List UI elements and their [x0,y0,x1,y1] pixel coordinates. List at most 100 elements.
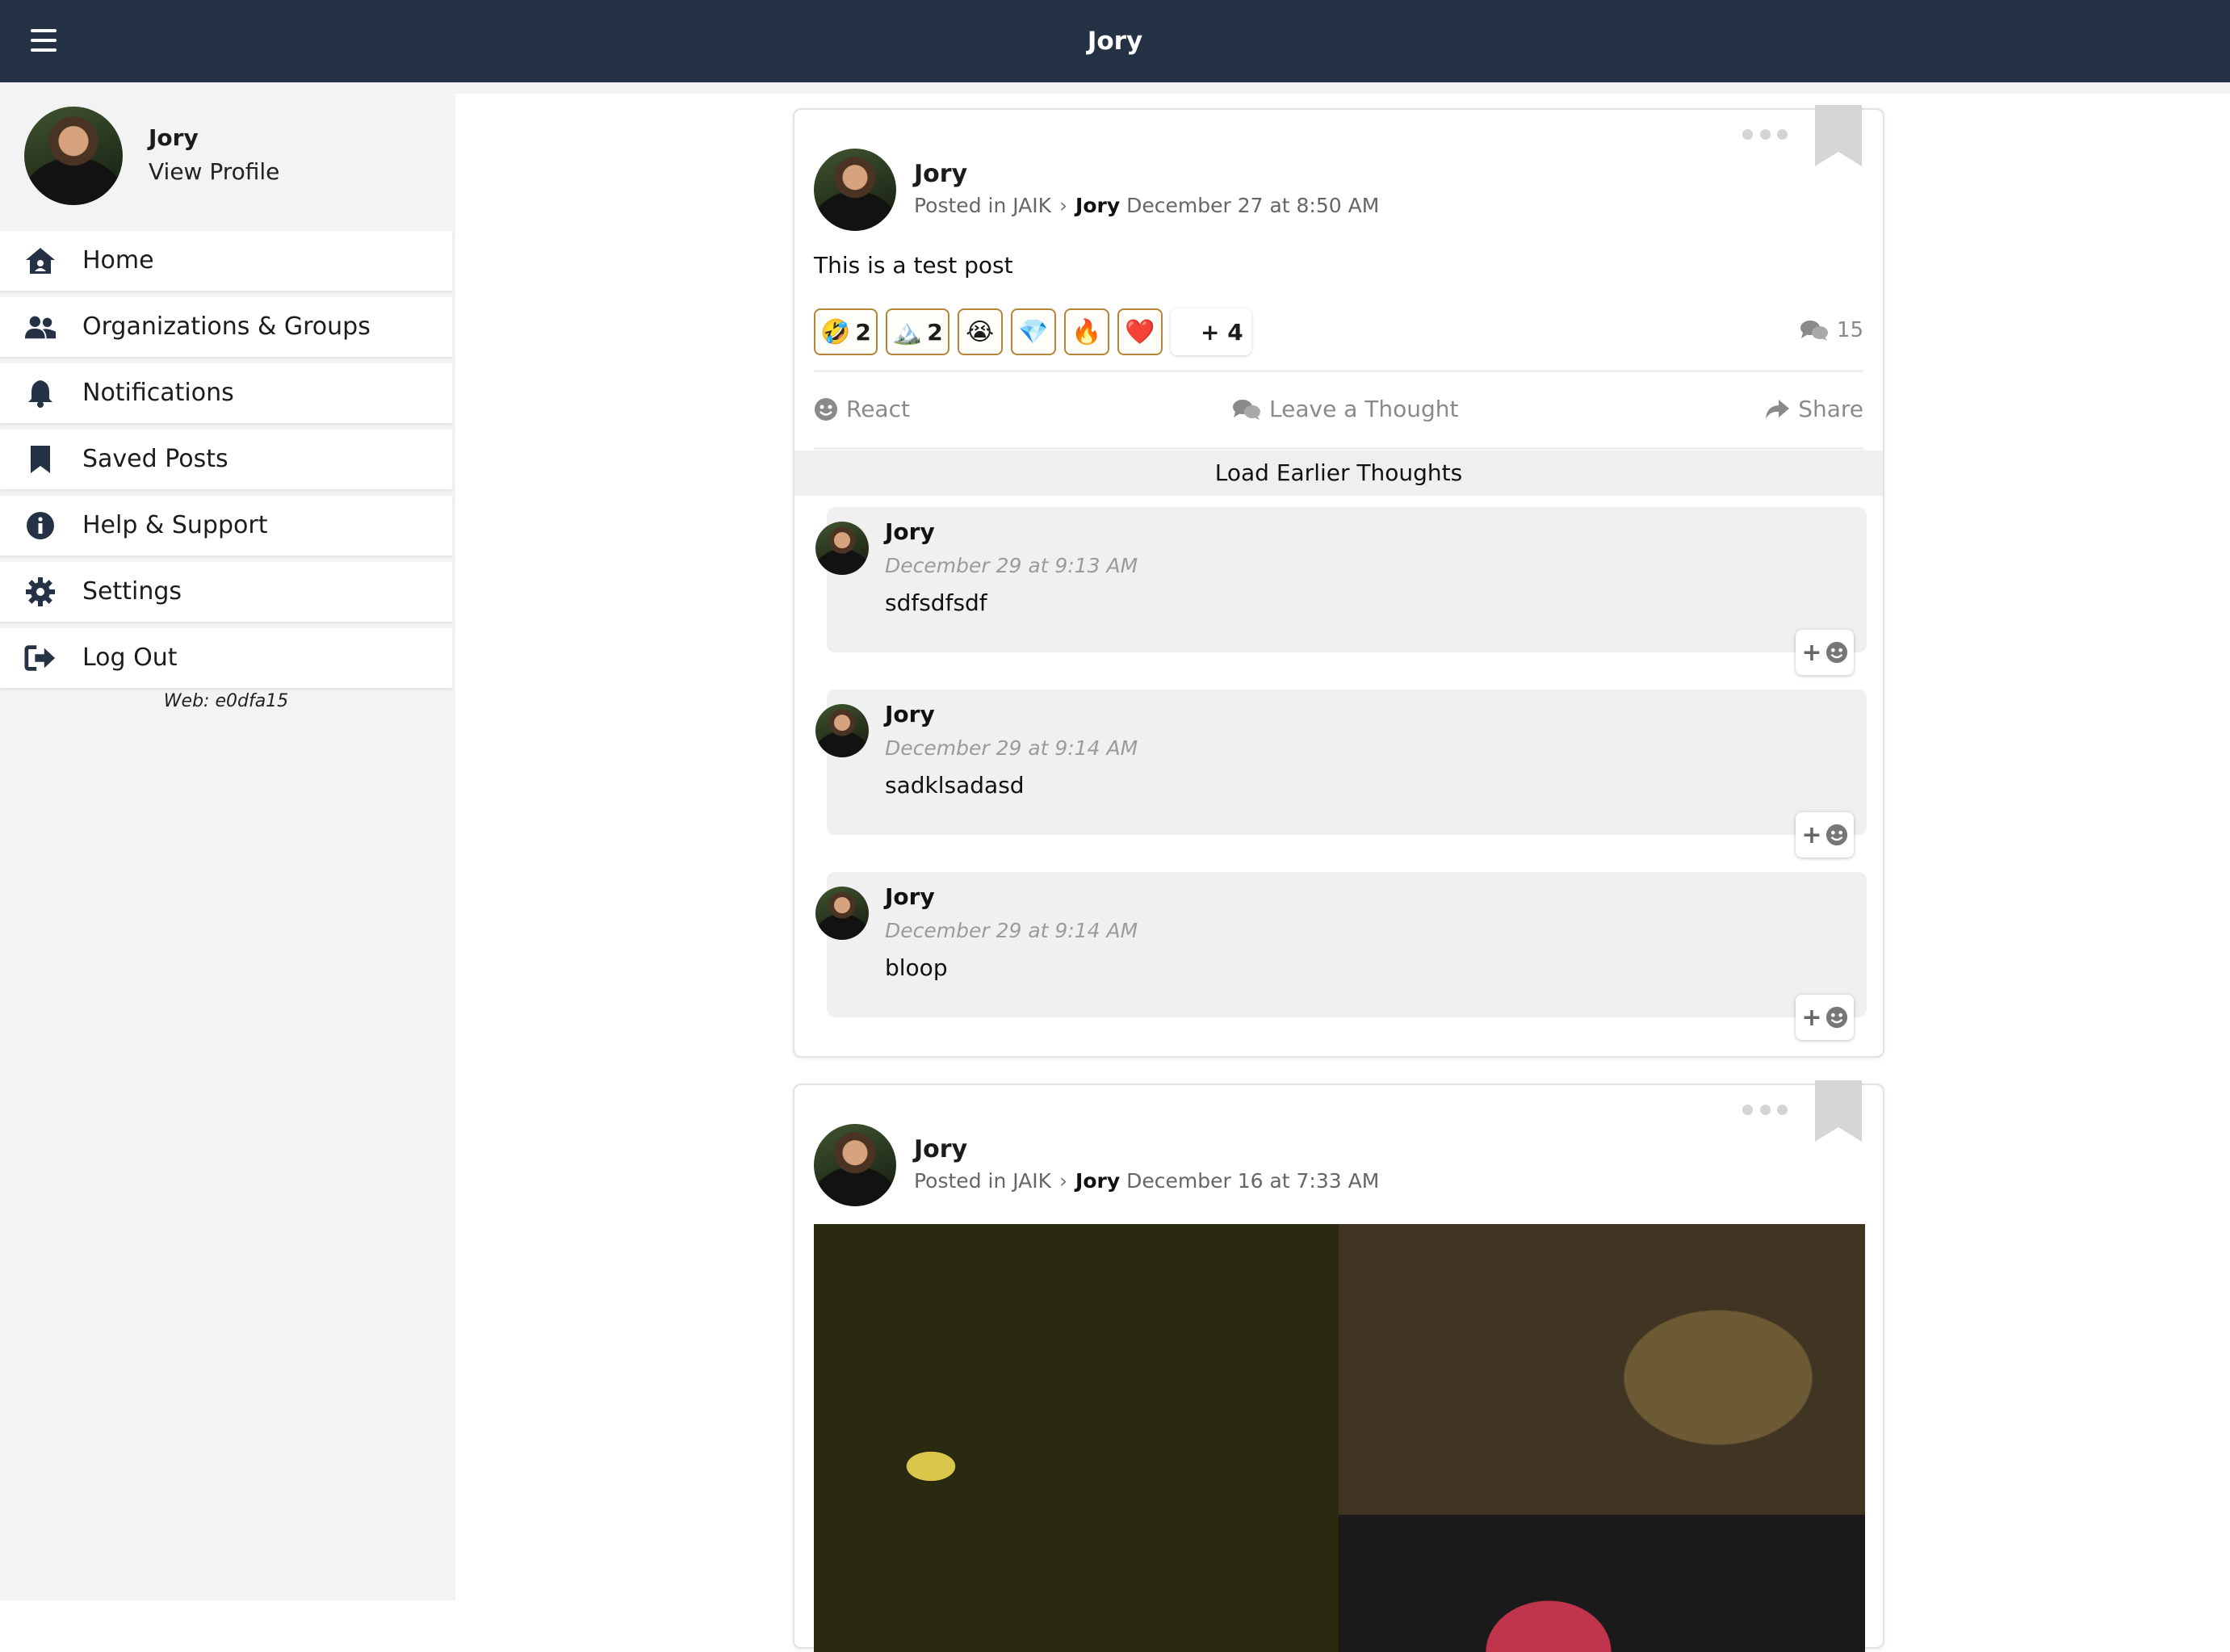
avatar[interactable] [24,107,123,205]
comments-icon [1800,321,1828,341]
fire-emoji-icon: 🔥 [1071,317,1102,346]
sidebar-item-label: Log Out [82,644,178,672]
crying-emoji-icon: 😭 [966,317,995,346]
sidebar-nav: Home Organizations & Groups Notification… [0,231,452,694]
reaction-chip[interactable]: 😭 [957,308,1003,355]
posted-in-label[interactable]: Posted in JAIK [914,1169,1051,1193]
post-meta: Posted in JAIK › Jory December 16 at 7:33 … [914,1169,1379,1193]
sidebar-item-label: Help & Support [82,511,268,539]
sidebar-profile[interactable]: Jory View Profile [24,107,444,207]
comment-count-value: 15 [1836,318,1863,342]
thought-item: Jory December 29 at 9:14 AM sadklsadasd … [815,690,1867,857]
share-label: Share [1798,396,1863,422]
ocean-rocks-photo[interactable] [1339,1224,1865,1515]
divider [814,370,1863,372]
share-button[interactable]: Share [1764,396,1863,422]
red-bird-photo[interactable] [1339,1515,1865,1652]
mountain-emoji-icon: 🏔️ [891,317,923,346]
post-meta: Posted in JAIK › Jory December 27 at 8:50 … [914,194,1379,217]
home-icon [24,246,57,275]
users-icon [24,312,57,342]
reaction-chip[interactable]: 🏔️ 2 [885,308,949,355]
chevron-right-icon: › [1059,1169,1068,1193]
load-earlier-thoughts-button[interactable]: Load Earlier Thoughts [794,451,1883,496]
sidebar-item-help[interactable]: Help & Support [0,496,452,556]
thought-text: sdfsdfsdf [885,589,987,616]
post-body: This is a test post [814,252,1013,279]
sidebar-item-label: Settings [82,577,182,606]
sidebar-item-home[interactable]: Home [0,231,452,291]
rofl-emoji-icon: 🤣 [820,317,851,346]
leave-thought-label: Leave a Thought [1269,396,1459,422]
post-author[interactable]: Jory [914,160,967,188]
posted-in-label[interactable]: Posted in JAIK [914,194,1051,217]
gem-emoji-icon: 💎 [1018,317,1049,346]
plus-label: + [1801,638,1822,667]
reaction-chip[interactable]: 🤣 2 [814,308,878,355]
add-reaction-button[interactable]: + [1796,812,1854,857]
sidebar-item-notifications[interactable]: Notifications [0,363,452,423]
logout-icon [24,644,57,673]
posted-in-target[interactable]: Jory [1075,194,1120,217]
top-bar: Jory [0,0,2230,82]
post-timestamp: December 27 at 8:50 AM [1126,194,1380,217]
reaction-count: 2 [855,318,871,346]
cat-photo[interactable] [814,1224,1339,1652]
plus-label: + [1801,1003,1822,1032]
sidebar-item-logout[interactable]: Log Out [0,628,452,688]
thought-text: bloop [885,954,948,981]
react-label: React [846,396,910,422]
bookmark-icon[interactable] [1815,105,1862,166]
thought-timestamp: December 29 at 9:14 AM [885,736,1138,760]
view-profile-link[interactable]: View Profile [149,158,279,185]
thought-item: Jory December 29 at 9:13 AM sdfsdfsdf + [815,507,1867,675]
avatar[interactable] [814,149,896,231]
thought-timestamp: December 29 at 9:14 AM [885,919,1138,942]
sidebar-item-label: Saved Posts [82,445,228,473]
more-options-icon[interactable] [1742,1103,1788,1116]
leave-thought-button[interactable]: Leave a Thought [1232,396,1458,422]
add-reaction-button[interactable]: + [1796,995,1854,1040]
thought-author[interactable]: Jory [885,883,935,910]
comments-icon [1233,399,1260,420]
more-options-icon[interactable] [1742,128,1788,140]
post-author[interactable]: Jory [914,1135,967,1164]
avatar[interactable] [814,1124,896,1206]
bookmark-icon[interactable] [1815,1080,1862,1142]
reaction-bar: 🤣 2 🏔️ 2 😭 💎 🔥 ❤️ + 4 [814,308,1251,355]
react-button[interactable]: React [814,396,910,422]
reaction-chip[interactable]: ❤️ [1117,308,1163,355]
share-icon [1766,399,1790,419]
smiley-icon [1825,641,1847,664]
heart-emoji-icon: ❤️ [1125,317,1155,346]
thought-item: Jory December 29 at 9:14 AM bloop + [815,872,1867,1040]
add-reaction-button[interactable]: + [1796,630,1854,675]
posted-in-target[interactable]: Jory [1075,1169,1120,1193]
smiley-icon [1825,1006,1847,1029]
avatar[interactable] [815,887,869,940]
reaction-chip[interactable]: 💎 [1010,308,1056,355]
smiley-icon [1825,824,1847,846]
sidebar-item-organizations[interactable]: Organizations & Groups [0,297,452,357]
avatar[interactable] [815,522,869,575]
image-gallery [814,1224,1865,1652]
post-card: Jory Posted in JAIK › Jory December 27 at … [793,105,1884,1058]
content-top-strip [455,82,2230,94]
comment-count[interactable]: 15 [1800,318,1863,342]
sidebar-item-label: Home [82,246,154,275]
thought-author[interactable]: Jory [885,701,935,727]
post-card: Jory Posted in JAIK › Jory December 16 at … [793,1080,1884,1652]
profile-name: Jory [149,124,199,151]
sidebar-item-saved-posts[interactable]: Saved Posts [0,430,452,489]
sidebar: Jory View Profile Home Organizations & G… [0,82,455,1600]
chevron-right-icon: › [1059,194,1068,217]
smiley-icon [815,397,837,421]
thought-author[interactable]: Jory [885,518,935,545]
more-reactions-button[interactable]: + 4 [1170,308,1251,355]
sidebar-item-settings[interactable]: Settings [0,562,452,622]
plus-label: + [1801,820,1822,849]
page-title: Jory [1087,27,1143,56]
thought-text: sadklsadasd [885,772,1025,799]
reaction-chip[interactable]: 🔥 [1063,308,1109,355]
avatar[interactable] [815,704,869,757]
